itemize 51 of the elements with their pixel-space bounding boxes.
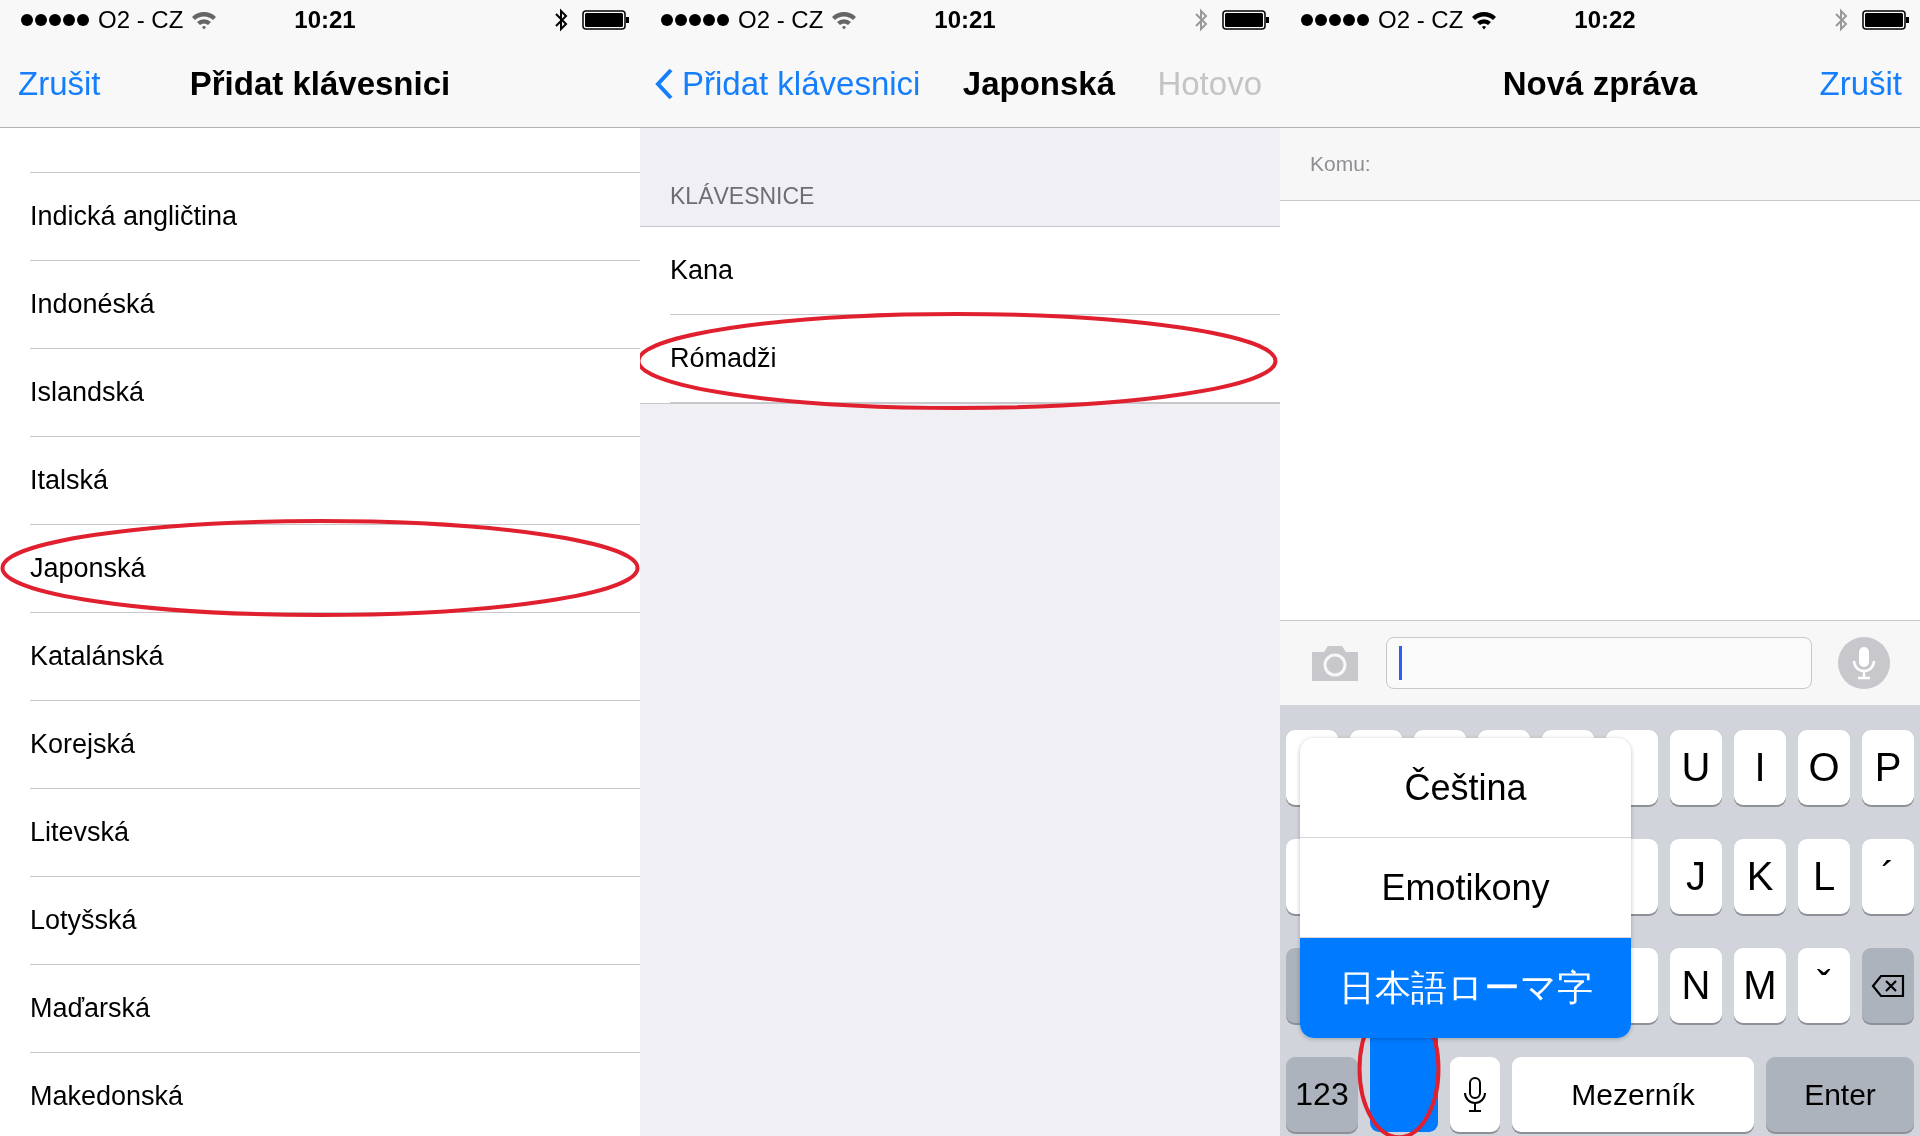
nav-title: Přidat klávesnici xyxy=(189,64,451,103)
letter-key[interactable]: K xyxy=(1734,839,1786,914)
letter-key[interactable]: ´ xyxy=(1862,839,1914,914)
bluetooth-icon xyxy=(1834,8,1848,32)
letter-key[interactable]: J xyxy=(1670,839,1722,914)
section-header: KLÁVESNICE xyxy=(669,181,816,211)
letter-key[interactable]: I xyxy=(1734,730,1786,805)
status-time: 10:21 xyxy=(934,6,996,34)
bluetooth-icon xyxy=(554,8,568,32)
keyboard-menu-item[interactable]: Čeština xyxy=(1300,738,1631,838)
back-button[interactable]: Přidat klávesnici xyxy=(654,64,921,103)
backspace-key[interactable] xyxy=(1862,948,1914,1023)
cancel-button[interactable]: Zrušit xyxy=(18,64,101,103)
globe-key[interactable] xyxy=(1370,1037,1438,1132)
signal-icon xyxy=(1300,13,1370,27)
wifi-icon xyxy=(191,10,218,30)
carrier-name: O2 - CZ xyxy=(738,6,824,34)
signal-icon xyxy=(660,13,730,27)
signal-icon xyxy=(20,13,90,27)
status-time: 10:22 xyxy=(1574,6,1636,34)
letter-key[interactable]: L xyxy=(1798,839,1850,914)
backspace-icon xyxy=(1871,973,1905,998)
numbers-key[interactable]: 123 xyxy=(1286,1057,1358,1132)
nav-title: Japonská xyxy=(962,64,1116,103)
status-time: 10:21 xyxy=(294,6,356,34)
wifi-icon xyxy=(1471,10,1498,30)
keyboard-menu-item[interactable]: 日本語ローマ字 xyxy=(1300,938,1631,1038)
message-field[interactable] xyxy=(1386,637,1812,689)
microphone-icon xyxy=(1464,1076,1486,1113)
nav-title: Nová zpráva xyxy=(1502,64,1698,103)
letter-key[interactable]: ˇ xyxy=(1798,948,1850,1023)
return-key[interactable]: Enter xyxy=(1766,1057,1914,1132)
space-key[interactable]: Mezerník xyxy=(1512,1057,1754,1132)
wifi-icon xyxy=(831,10,858,30)
letter-key[interactable]: M xyxy=(1734,948,1786,1023)
carrier-name: O2 - CZ xyxy=(1378,6,1464,34)
carrier-name: O2 - CZ xyxy=(98,6,184,34)
letter-key[interactable]: U xyxy=(1670,730,1722,805)
cancel-button[interactable]: Zrušit xyxy=(1819,64,1902,103)
battery-icon xyxy=(582,10,630,30)
battery-icon xyxy=(1222,10,1270,30)
bluetooth-icon xyxy=(1194,8,1208,32)
battery-icon xyxy=(1862,10,1910,30)
recipient-label: Komu: xyxy=(1310,152,1371,176)
dictation-key[interactable] xyxy=(1450,1057,1500,1132)
letter-key[interactable]: P xyxy=(1862,730,1914,805)
camera-icon[interactable] xyxy=(1310,644,1360,682)
microphone-icon[interactable] xyxy=(1838,637,1890,689)
letter-key[interactable]: O xyxy=(1798,730,1850,805)
letter-key[interactable]: N xyxy=(1670,948,1722,1023)
chevron-left-icon xyxy=(654,66,674,101)
